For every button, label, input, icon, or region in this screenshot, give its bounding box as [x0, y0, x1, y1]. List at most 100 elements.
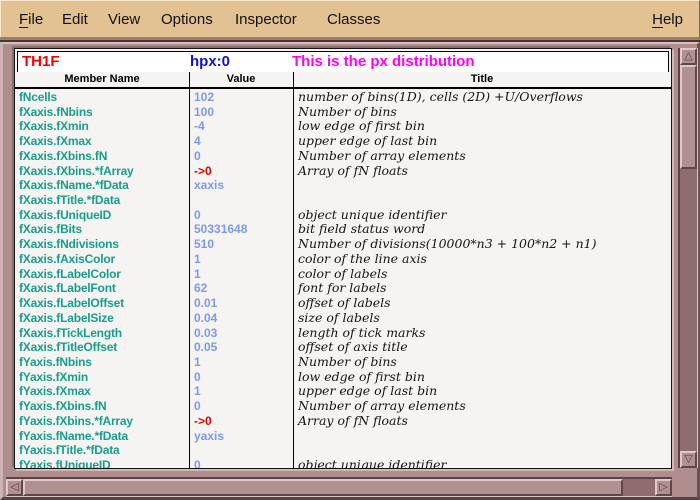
member-name: fXaxis.fXmax [15, 134, 189, 149]
table-row[interactable]: fYaxis.fUniqueID0object unique identifie… [15, 458, 671, 468]
object-name: hpx:0 [190, 52, 230, 72]
table-row[interactable]: fXaxis.fName.*fDataxaxis [15, 178, 671, 193]
table-row[interactable]: fXaxis.fLabelOffset0.01offset of labels [15, 296, 671, 311]
table-row[interactable]: fXaxis.fBits50331648bit field status wor… [15, 222, 671, 237]
member-value: 0 [189, 149, 293, 164]
member-name: fXaxis.fLabelSize [15, 311, 189, 326]
member-title: bit field status word [293, 222, 671, 237]
member-value: 100 [189, 105, 293, 120]
member-name: fXaxis.fTickLength [15, 326, 189, 341]
table-row[interactable]: fXaxis.fXmax4upper edge of last bin [15, 134, 671, 149]
column-header-row: Member Name Value Title [15, 72, 671, 89]
scroll-down-icon[interactable]: ▽ [680, 451, 697, 468]
member-value: 0.03 [189, 326, 293, 341]
member-title: low edge of first bin [293, 119, 671, 134]
table-row[interactable]: fYaxis.fNbins1Number of bins [15, 355, 671, 370]
table-row[interactable]: fXaxis.fLabelColor1color of labels [15, 267, 671, 282]
table-row[interactable]: fXaxis.fNbins100Number of bins [15, 105, 671, 120]
member-value: 0.04 [189, 311, 293, 326]
member-name: fYaxis.fNbins [15, 355, 189, 370]
member-title: upper edge of last bin [293, 134, 671, 149]
menu-item-inspector[interactable]: Inspector [231, 1, 301, 38]
member-value: 1 [189, 267, 293, 282]
menu-item-classes[interactable]: Classes [323, 1, 384, 38]
member-name: fYaxis.fXmin [15, 370, 189, 385]
table-row[interactable]: fXaxis.fTickLength0.03length of tick mar… [15, 326, 671, 341]
member-title: Array of fN floats [293, 164, 671, 179]
table-row[interactable]: fYaxis.fXmin0low edge of first bin [15, 370, 671, 385]
table-row[interactable]: fYaxis.fXbins.fN0Number of array element… [15, 399, 671, 414]
table-row[interactable]: fXaxis.fAxisColor1color of the line axis [15, 252, 671, 267]
member-name: fXaxis.fName.*fData [15, 178, 189, 193]
scroll-left-icon[interactable]: ◁ [6, 479, 23, 496]
table-row[interactable]: fXaxis.fLabelFont62font for labels [15, 281, 671, 296]
member-value: 4 [189, 134, 293, 149]
member-value: 0 [189, 208, 293, 223]
member-title: font for labels [293, 281, 671, 296]
menu-item-file[interactable]: File [15, 1, 47, 38]
scroll-right-icon[interactable]: ▷ [655, 479, 672, 496]
table-row[interactable]: fXaxis.fXbins.fN0Number of array element… [15, 149, 671, 164]
table-row[interactable]: fXaxis.fTitle.*fData [15, 193, 671, 208]
menu-item-help[interactable]: Help [648, 1, 687, 38]
member-name: fXaxis.fAxisColor [15, 252, 189, 267]
member-value: 0 [189, 370, 293, 385]
member-name: fXaxis.fNdivisions [15, 237, 189, 252]
member-title: object unique identifier [293, 208, 671, 223]
column-header-member-name: Member Name [15, 72, 189, 87]
table-row[interactable]: fXaxis.fTitleOffset0.05offset of axis ti… [15, 340, 671, 355]
member-name: fYaxis.fXbins.*fArray [15, 414, 189, 429]
member-name: fXaxis.fTitleOffset [15, 340, 189, 355]
vertical-scrollbar[interactable]: △ ▽ [678, 48, 698, 468]
menu-item-options[interactable]: Options [157, 1, 217, 38]
table-row[interactable]: fXaxis.fUniqueID0object unique identifie… [15, 208, 671, 223]
column-header-value: Value [189, 72, 293, 87]
table-row[interactable]: fNcells102number of bins(1D), cells (2D)… [15, 90, 671, 105]
member-title: Number of divisions(10000*n3 + 100*n2 + … [293, 237, 671, 252]
table-row[interactable]: fXaxis.fNdivisions510Number of divisions… [15, 237, 671, 252]
member-title: object unique identifier [293, 458, 671, 468]
member-value: ->0 [189, 164, 293, 179]
horizontal-scrollbar[interactable]: ◁ ▷ [6, 477, 672, 497]
member-value: 1 [189, 384, 293, 399]
menu-item-edit[interactable]: Edit [58, 1, 92, 38]
member-value [189, 443, 293, 458]
vertical-scrollbar-thumb[interactable] [680, 65, 697, 169]
horizontal-scrollbar-thumb[interactable] [23, 479, 623, 496]
member-name: fYaxis.fXmax [15, 384, 189, 399]
member-title: Number of bins [293, 355, 671, 370]
column-header-title: Title [293, 72, 671, 87]
member-title: color of the line axis [293, 252, 671, 267]
member-title: Number of array elements [293, 399, 671, 414]
member-value: 0.05 [189, 340, 293, 355]
table-row[interactable]: fXaxis.fLabelSize0.04size of labels [15, 311, 671, 326]
member-value: 0 [189, 399, 293, 414]
member-value: 0 [189, 458, 293, 468]
member-title: Array of fN floats [293, 414, 671, 429]
member-name: fXaxis.fNbins [15, 105, 189, 120]
object-header: TH1F hpx:0 This is the px distribution [17, 51, 669, 73]
table-row[interactable]: fXaxis.fXbins.*fArray->0Array of fN floa… [15, 164, 671, 179]
member-value: 0.01 [189, 296, 293, 311]
table-row[interactable]: fYaxis.fTitle.*fData [15, 443, 671, 458]
table-row[interactable]: fXaxis.fXmin-4low edge of first bin [15, 119, 671, 134]
inspector-panel: TH1F hpx:0 This is the px distribution M… [14, 48, 672, 469]
table-row[interactable]: fYaxis.fName.*fDatayaxis [15, 429, 671, 444]
menu-item-view[interactable]: View [104, 1, 144, 38]
member-value: 62 [189, 281, 293, 296]
member-name: fYaxis.fTitle.*fData [15, 443, 189, 458]
member-title: offset of labels [293, 296, 671, 311]
member-name: fXaxis.fLabelColor [15, 267, 189, 282]
member-title: Number of bins [293, 105, 671, 120]
member-name: fYaxis.fXbins.fN [15, 399, 189, 414]
member-name: fXaxis.fXbins.*fArray [15, 164, 189, 179]
member-title: upper edge of last bin [293, 384, 671, 399]
member-title: color of labels [293, 267, 671, 282]
scroll-up-icon[interactable]: △ [680, 48, 697, 65]
member-name: fXaxis.fLabelFont [15, 281, 189, 296]
table-row[interactable]: fYaxis.fXmax1upper edge of last bin [15, 384, 671, 399]
member-name: fYaxis.fName.*fData [15, 429, 189, 444]
member-value [189, 193, 293, 208]
table-row[interactable]: fYaxis.fXbins.*fArray->0Array of fN floa… [15, 414, 671, 429]
member-title: offset of axis title [293, 340, 671, 355]
